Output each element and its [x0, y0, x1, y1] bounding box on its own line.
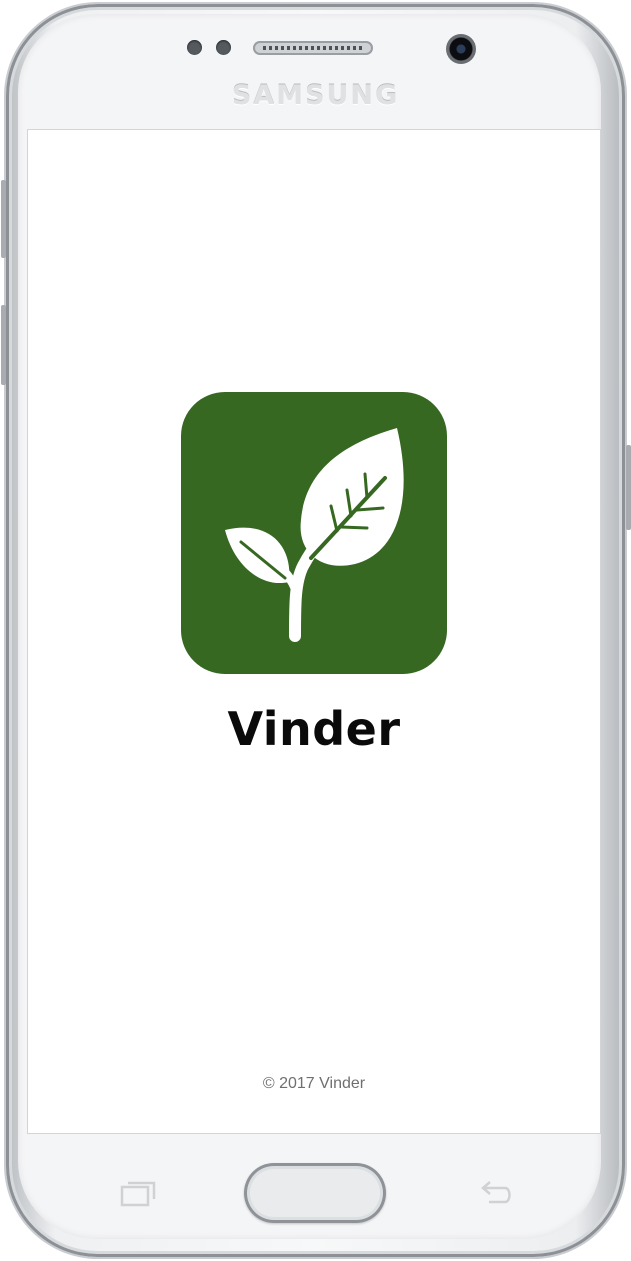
sensor-dot [216, 40, 231, 55]
back-arrow-icon[interactable] [475, 1178, 515, 1208]
power-key [626, 445, 631, 530]
earpiece-speaker [253, 41, 373, 55]
volume-up-key [1, 180, 6, 258]
home-button[interactable] [244, 1163, 386, 1223]
device-brand-logo: SAMSUNG [231, 80, 400, 111]
app-logo [181, 392, 447, 674]
splash-screen: Vinder © 2017 Vinder [28, 130, 600, 1133]
sensor-dot [187, 40, 202, 55]
sprout-leaves-icon [225, 428, 404, 642]
volume-down-key [1, 305, 6, 385]
front-camera-icon [446, 34, 476, 64]
recent-apps-icon[interactable] [120, 1178, 158, 1208]
app-title: Vinder [227, 702, 401, 756]
copyright-text: © 2017 Vinder [262, 1075, 366, 1092]
